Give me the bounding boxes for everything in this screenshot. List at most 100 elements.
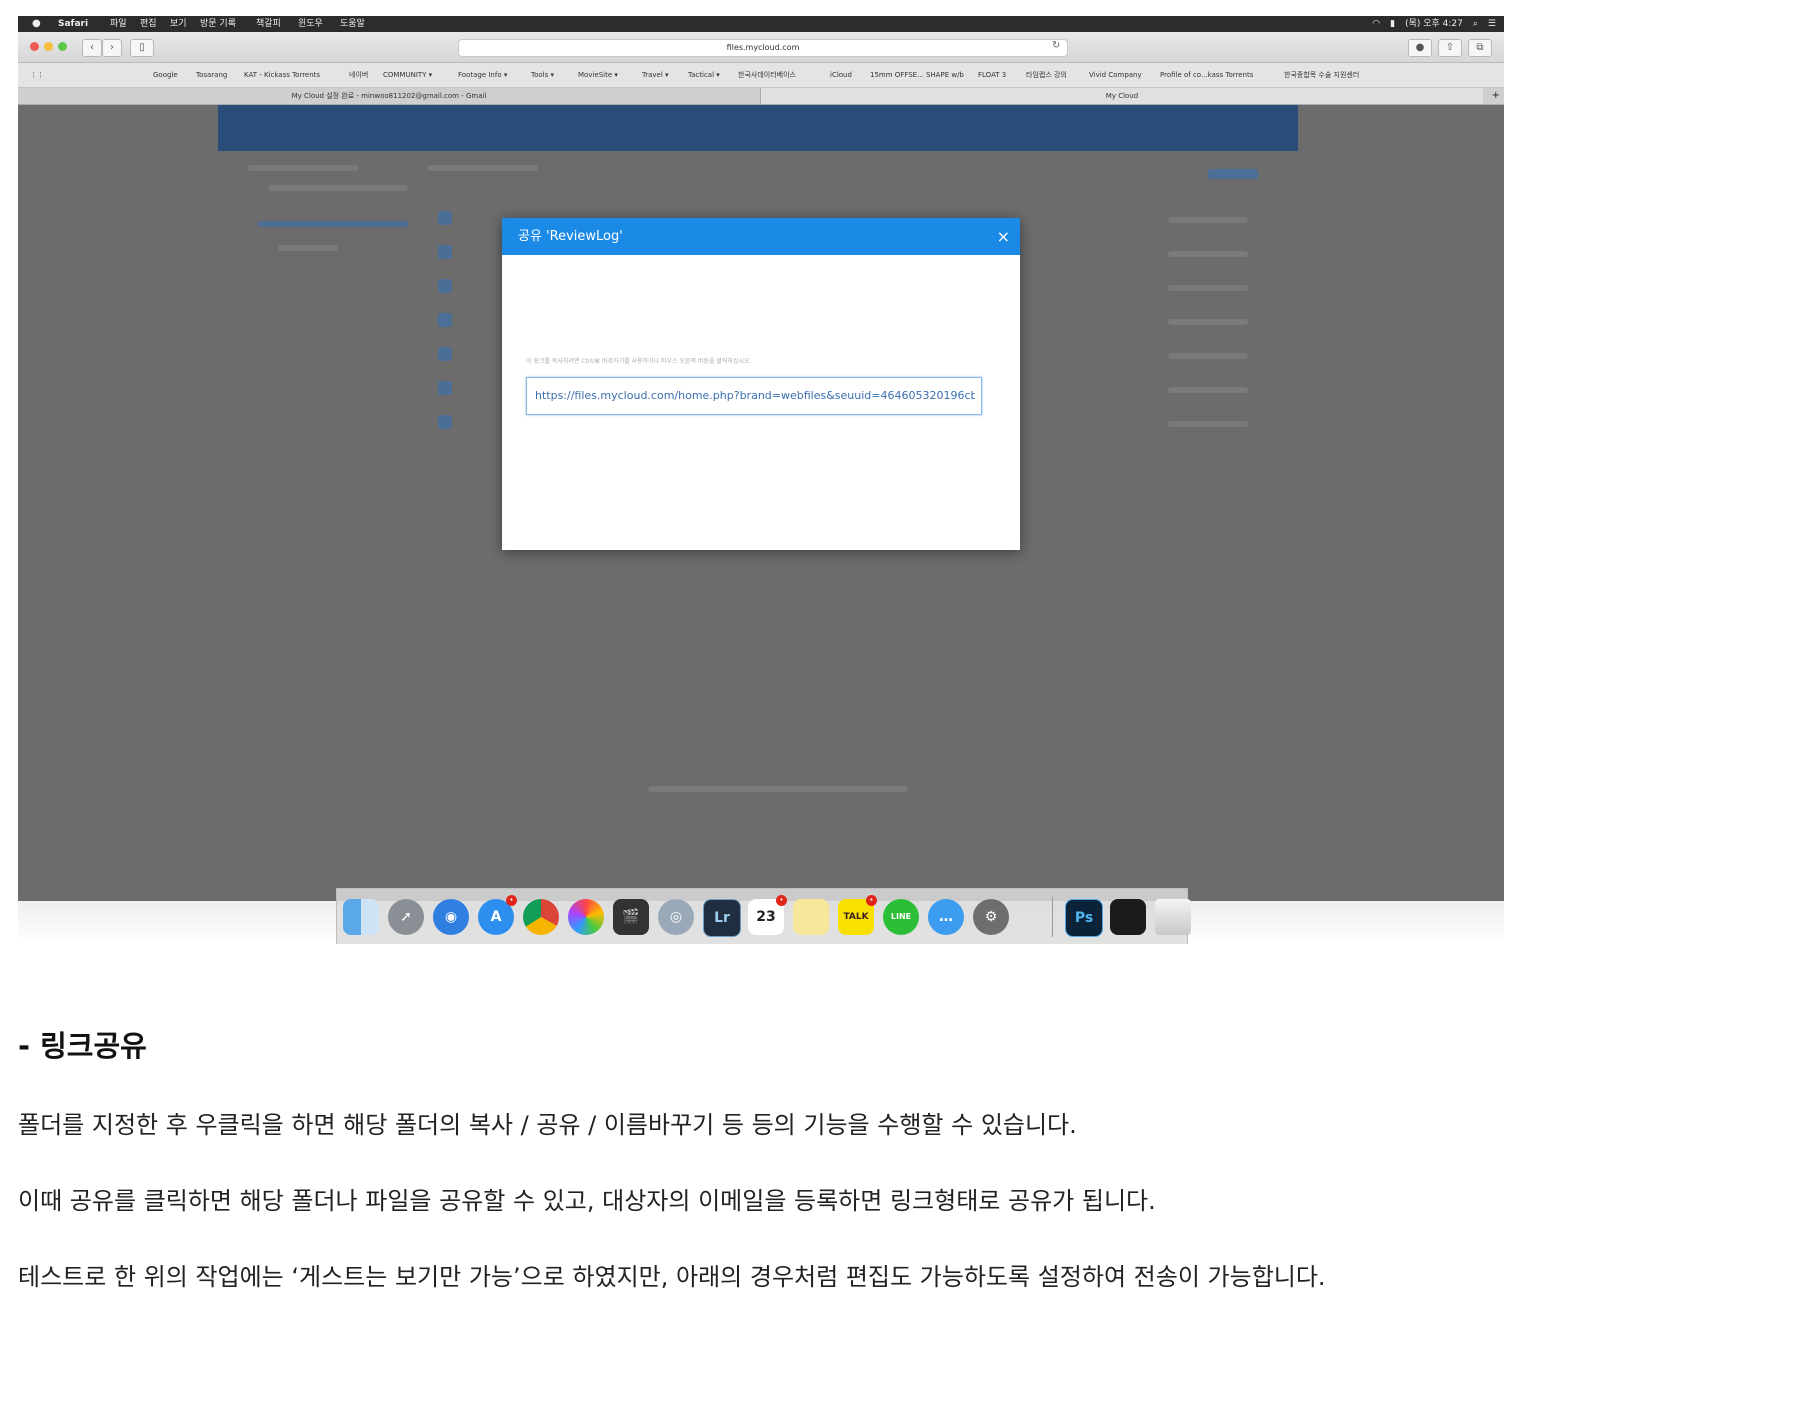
kakaotalk-icon[interactable]: TALK • xyxy=(838,895,877,935)
bookmark-item[interactable]: 15mm OFFSE... SHAPE w/b xyxy=(870,63,964,87)
bookmark-item[interactable]: KAT - Kickass Torrents xyxy=(244,63,320,87)
extension-icon[interactable]: ● xyxy=(1408,39,1432,57)
kakaotalk-badge: • xyxy=(866,895,877,906)
tab-gmail[interactable]: My Cloud 설정 완료 - minwoo811202@gmail.com … xyxy=(18,88,761,104)
menu-view[interactable]: 보기 xyxy=(170,16,187,32)
blurred-folder-icon xyxy=(438,211,452,225)
bookmark-item[interactable]: Travel ▾ xyxy=(642,63,669,87)
bookmark-item[interactable]: COMMUNITY ▾ xyxy=(383,63,432,87)
blurred-folder-icon xyxy=(438,279,452,293)
bookmark-item[interactable]: 타임랩스 강의 xyxy=(1026,63,1067,87)
blurred-folder-icon xyxy=(438,347,452,361)
final-cut-icon[interactable]: 🎬 xyxy=(613,899,649,935)
motion-icon[interactable]: ◎ xyxy=(658,899,694,935)
blurred-folder-icon xyxy=(438,313,452,327)
notes-icon[interactable] xyxy=(793,899,829,935)
dock-separator xyxy=(1052,897,1053,937)
bookmark-item[interactable]: 네이버 xyxy=(349,63,368,87)
close-window-button[interactable] xyxy=(30,42,39,51)
blurred-folder-icon xyxy=(438,415,452,429)
bookmark-item[interactable]: Footage Info ▾ xyxy=(458,63,507,87)
zoom-window-button[interactable] xyxy=(58,42,67,51)
forward-icon[interactable]: › xyxy=(102,39,122,57)
blurred-date xyxy=(1168,285,1248,291)
bookmark-item[interactable]: MovieSite ▾ xyxy=(578,63,618,87)
menu-window[interactable]: 윈도우 xyxy=(298,16,323,32)
tabs-overview-icon[interactable]: ⧉ xyxy=(1468,39,1492,57)
calendar-icon[interactable]: 23 • xyxy=(748,895,787,935)
macos-menubar: ● Safari 파일 편집 보기 방문 기록 책갈피 윈도우 도움말 ◠ ▮ … xyxy=(18,16,1504,32)
blurred-date xyxy=(1168,319,1248,325)
reload-icon[interactable]: ↻ xyxy=(1052,40,1060,51)
menu-help[interactable]: 도움말 xyxy=(340,16,365,32)
chrome-icon[interactable] xyxy=(523,899,559,935)
bookmark-item[interactable]: FLOAT 3 xyxy=(978,63,1006,87)
article-paragraph: 이때 공유를 클릭하면 해당 폴더나 파일을 공유할 수 있고, 대상자의 이메… xyxy=(18,1187,1156,1215)
bookmark-item[interactable]: Tosarang xyxy=(196,63,227,87)
share-link-hint: 이 링크를 복사하려면 Ctrl/⌘ 바로가기를 사용하거나 마우스 오른쪽 버… xyxy=(526,358,752,365)
embedded-screenshot: ● Safari 파일 편집 보기 방문 기록 책갈피 윈도우 도움말 ◠ ▮ … xyxy=(18,16,1504,944)
menu-bookmarks[interactable]: 책갈피 xyxy=(256,16,281,32)
safari-icon[interactable]: ◉ xyxy=(433,899,469,935)
bookmark-item[interactable]: 한국종합목 수술 지원센터 xyxy=(1284,63,1359,87)
line-icon[interactable]: LINE xyxy=(883,899,919,935)
system-preferences-icon[interactable]: ⚙ xyxy=(973,899,1009,935)
menu-file[interactable]: 파일 xyxy=(110,16,127,32)
blurred-text xyxy=(428,165,538,171)
menu-edit[interactable]: 편집 xyxy=(140,16,157,32)
share-dialog: 공유 'ReviewLog' × 이 링크를 복사하려면 Ctrl/⌘ 바로가기… xyxy=(502,218,1020,550)
battery-icon[interactable]: ▮ xyxy=(1390,16,1395,32)
browser-tab-bar: My Cloud 설정 완료 - minwoo811202@gmail.com … xyxy=(18,88,1504,105)
tab-my-cloud[interactable]: My Cloud xyxy=(761,88,1483,104)
blurred-folder-icon xyxy=(438,245,452,259)
media-encoder-icon[interactable] xyxy=(1110,899,1146,935)
macos-dock: ➚ ◉ A • 🎬 ◎ Lr 23 • TALK • LINE … ⚙ Ps xyxy=(336,888,1191,944)
share-dialog-title: 공유 'ReviewLog' xyxy=(518,229,623,244)
address-bar[interactable]: files.mycloud.com xyxy=(458,39,1068,57)
article-paragraph: 폴더를 지정한 후 우클릭을 하면 해당 폴더의 복사 / 공유 / 이름바꾸기… xyxy=(18,1111,1077,1139)
section-heading: - 링크공유 xyxy=(18,1029,147,1063)
bookmark-item[interactable]: iCloud xyxy=(830,63,852,87)
messages-icon[interactable]: … xyxy=(928,899,964,935)
share-link-url[interactable]: https://files.mycloud.com/home.php?brand… xyxy=(535,378,975,414)
spotlight-icon[interactable]: ⌕ xyxy=(1473,16,1478,32)
app-store-badge: • xyxy=(506,895,517,906)
photos-icon[interactable] xyxy=(568,899,604,935)
lightroom-icon[interactable]: Lr xyxy=(703,899,741,937)
browser-toolbar: ‹ › ▯ files.mycloud.com ↻ ● ⇧ ⧉ xyxy=(18,32,1504,63)
minimize-window-button[interactable] xyxy=(44,42,53,51)
notification-center-icon[interactable]: ☰ xyxy=(1488,16,1496,32)
sidebar-icon[interactable]: ▯ xyxy=(130,39,154,57)
back-icon[interactable]: ‹ xyxy=(82,39,102,57)
clock-label[interactable]: (목) 오후 4:27 xyxy=(1405,16,1463,32)
bookmark-item[interactable]: Profile of co...kass Torrents xyxy=(1160,63,1253,87)
menu-app-name[interactable]: Safari xyxy=(58,16,88,32)
finder-icon[interactable] xyxy=(343,899,379,935)
bookmarks-grid-icon[interactable]: ⋮⋮ xyxy=(30,63,44,87)
share-link-field[interactable]: https://files.mycloud.com/home.php?brand… xyxy=(526,377,982,415)
blurred-date xyxy=(1168,217,1248,223)
close-icon[interactable]: × xyxy=(997,218,1010,255)
blurred-date xyxy=(1168,387,1248,393)
new-tab-icon[interactable]: + xyxy=(1492,88,1500,104)
bookmark-item[interactable]: Vivid Company xyxy=(1089,63,1142,87)
bookmarks-bar: ⋮⋮ Google Tosarang KAT - Kickass Torrent… xyxy=(18,63,1504,88)
bookmark-item[interactable]: 한국사데이터베이스 xyxy=(738,63,796,87)
app-store-icon[interactable]: A • xyxy=(478,895,517,935)
blurred-text xyxy=(268,185,408,191)
bookmark-item[interactable]: Tools ▾ xyxy=(531,63,554,87)
apple-icon[interactable]: ● xyxy=(32,16,41,32)
menu-history[interactable]: 방문 기록 xyxy=(200,16,236,32)
blurred-sidebar-item xyxy=(258,221,408,227)
calendar-badge: • xyxy=(776,895,787,906)
blurred-folder-icon xyxy=(438,381,452,395)
wifi-icon[interactable]: ◠ xyxy=(1372,16,1380,32)
bookmark-item[interactable]: Tactical ▾ xyxy=(688,63,720,87)
bookmark-item[interactable]: Google xyxy=(153,63,178,87)
share-icon[interactable]: ⇧ xyxy=(1438,39,1462,57)
trash-icon[interactable] xyxy=(1155,899,1191,935)
blurred-text xyxy=(248,165,358,171)
launchpad-icon[interactable]: ➚ xyxy=(388,899,424,935)
blurred-view-toggle xyxy=(1208,169,1258,179)
photoshop-icon[interactable]: Ps xyxy=(1065,899,1103,937)
